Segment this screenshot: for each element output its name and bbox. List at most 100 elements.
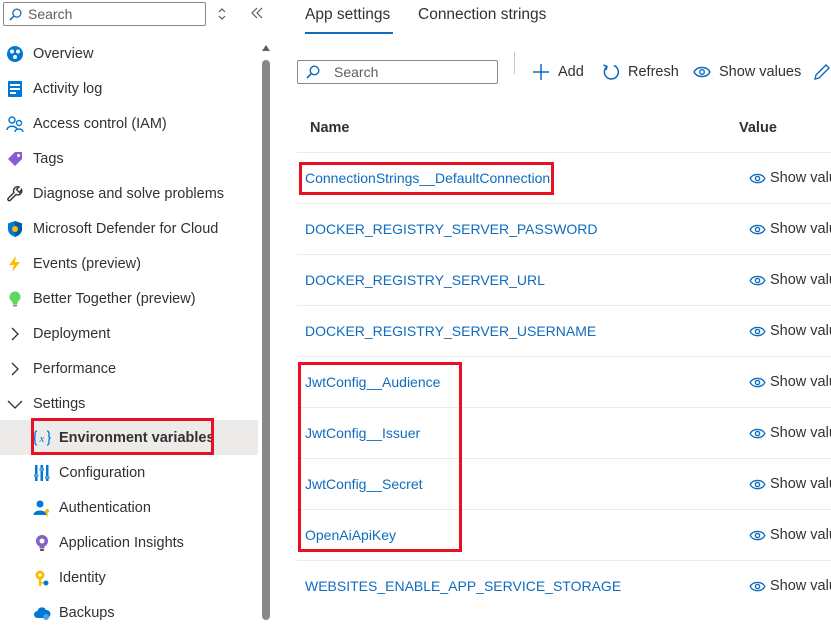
- show-value-button[interactable]: Show valu: [749, 374, 831, 390]
- sidebar-item-label: Activity log: [33, 80, 103, 97]
- show-value-label: Show valu: [770, 221, 831, 237]
- refresh-button[interactable]: Refresh: [602, 62, 679, 82]
- svg-text:x: x: [39, 433, 45, 445]
- shield-icon: [8, 221, 22, 237]
- show-value-label: Show valu: [770, 374, 831, 390]
- sidebar-item-configuration[interactable]: Configuration: [0, 455, 258, 490]
- settings-search-input[interactable]: [332, 63, 486, 81]
- settings-search-box[interactable]: [297, 60, 498, 84]
- insights-bulb-icon: [36, 535, 48, 551]
- show-value-label: Show valu: [770, 323, 831, 339]
- tag-icon: [8, 152, 22, 166]
- sidebar-item-application-insights[interactable]: Application Insights: [0, 525, 258, 560]
- sidebar-item-settings[interactable]: Settings: [0, 386, 258, 421]
- setting-name-link[interactable]: JwtConfig__Audience: [305, 374, 440, 390]
- sidebar-item-label: Diagnose and solve problems: [33, 185, 225, 202]
- table-row: WEBSITES_ENABLE_APP_SERVICE_STORAGE Show…: [297, 560, 831, 612]
- sidebar-item-access-control[interactable]: Access control (IAM): [0, 106, 258, 141]
- lightbulb-icon: [9, 291, 21, 307]
- show-value-button[interactable]: Show valu: [749, 272, 831, 288]
- show-value-button[interactable]: Show valu: [749, 323, 831, 339]
- active-tab-indicator: [305, 32, 393, 34]
- show-value-label: Show valu: [770, 476, 831, 492]
- sidebar-item-label: Application Insights: [59, 534, 184, 551]
- sidebar-item-label: Configuration: [59, 464, 146, 481]
- sidebar-item-tags[interactable]: Tags: [0, 141, 258, 176]
- show-value-button[interactable]: Show valu: [749, 221, 831, 237]
- sidebar-item-activity-log[interactable]: Activity log: [0, 71, 258, 106]
- sidebar-item-label: Performance: [33, 360, 117, 377]
- setting-name-link[interactable]: OpenAiApiKey: [305, 527, 396, 543]
- table-row: OpenAiApiKey Show valu: [297, 509, 831, 561]
- show-values-button[interactable]: Show values: [693, 62, 801, 82]
- sidebar-item-identity[interactable]: Identity: [0, 560, 258, 595]
- column-header-value[interactable]: Value: [739, 120, 777, 136]
- main-content: App settings Connection strings Add Refr…: [280, 0, 831, 625]
- sidebar-item-label: Settings: [33, 395, 86, 412]
- toolbar-divider: [514, 52, 515, 74]
- sidebar-item-authentication[interactable]: Authentication: [0, 490, 258, 525]
- sidebar-item-label: Overview: [33, 45, 94, 62]
- sidebar-search-input[interactable]: [26, 5, 200, 23]
- identity-key-icon: [35, 570, 49, 586]
- show-value-label: Show valu: [770, 527, 831, 543]
- edit-button[interactable]: [813, 62, 831, 82]
- column-header-name[interactable]: Name: [310, 120, 350, 136]
- search-icon: [306, 65, 320, 79]
- show-value-button[interactable]: Show valu: [749, 578, 831, 594]
- sidebar-item-overview[interactable]: Overview: [0, 36, 258, 71]
- collapse-double-chevron-icon[interactable]: [251, 7, 263, 19]
- eye-icon: [749, 275, 766, 285]
- iam-people-icon: [6, 116, 24, 133]
- add-button[interactable]: Add: [532, 62, 584, 82]
- wrench-icon: [7, 186, 23, 202]
- sidebar-item-environment-variables[interactable]: x Environment variables: [0, 420, 258, 455]
- sidebar-item-better-together[interactable]: Better Together (preview): [0, 281, 258, 316]
- sliders-icon: [34, 465, 50, 481]
- setting-name-link[interactable]: JwtConfig__Secret: [305, 476, 423, 492]
- setting-name-link[interactable]: JwtConfig__Issuer: [305, 425, 420, 441]
- show-value-label: Show valu: [770, 272, 831, 288]
- table-row: ConnectionStrings__DefaultConnection Sho…: [297, 152, 831, 204]
- sidebar-item-label: Access control (IAM): [33, 115, 167, 132]
- sidebar-item-events[interactable]: Events (preview): [0, 246, 258, 281]
- eye-icon: [749, 326, 766, 336]
- sidebar-scrollbar-thumb[interactable]: [262, 60, 270, 620]
- sidebar-item-defender[interactable]: Microsoft Defender for Cloud: [0, 211, 258, 246]
- sort-updown-icon[interactable]: [217, 7, 227, 21]
- sidebar-item-label: Better Together (preview): [33, 290, 196, 307]
- show-value-button[interactable]: Show valu: [749, 476, 831, 492]
- show-value-label: Show valu: [770, 425, 831, 441]
- sidebar-item-diagnose[interactable]: Diagnose and solve problems: [0, 176, 258, 211]
- scroll-up-arrow-icon[interactable]: [261, 44, 271, 52]
- show-value-label: Show valu: [770, 170, 831, 186]
- tab-app-settings[interactable]: App settings: [305, 6, 390, 24]
- show-values-button-label: Show values: [719, 64, 802, 80]
- sidebar-item-label: Authentication: [59, 499, 151, 516]
- sidebar-item-label: Deployment: [33, 325, 111, 342]
- chevron-down-icon: [7, 400, 23, 409]
- chevron-right-icon: [11, 362, 19, 376]
- show-value-label: Show valu: [770, 578, 831, 594]
- sidebar-item-label: Backups: [59, 604, 115, 621]
- show-value-button[interactable]: Show valu: [749, 425, 831, 441]
- table-row: DOCKER_REGISTRY_SERVER_URL Show valu: [297, 254, 831, 306]
- lightning-icon: [9, 256, 20, 272]
- setting-name-link[interactable]: DOCKER_REGISTRY_SERVER_URL: [305, 272, 545, 288]
- sidebar-search-box[interactable]: [3, 2, 206, 26]
- table-row: JwtConfig__Audience Show valu: [297, 356, 831, 408]
- show-value-button[interactable]: Show valu: [749, 170, 831, 186]
- overview-icon: [7, 46, 23, 62]
- sidebar-item-label: Identity: [59, 569, 106, 586]
- setting-name-link[interactable]: DOCKER_REGISTRY_SERVER_USERNAME: [305, 323, 596, 339]
- sidebar-item-performance[interactable]: Performance: [0, 351, 258, 386]
- setting-name-link[interactable]: DOCKER_REGISTRY_SERVER_PASSWORD: [305, 221, 598, 237]
- setting-name-link[interactable]: WEBSITES_ENABLE_APP_SERVICE_STORAGE: [305, 578, 621, 594]
- eye-icon: [749, 224, 766, 234]
- sidebar-item-deployment[interactable]: Deployment: [0, 316, 258, 351]
- table-row: DOCKER_REGISTRY_SERVER_USERNAME Show val…: [297, 305, 831, 357]
- eye-icon: [749, 377, 766, 387]
- tab-connection-strings[interactable]: Connection strings: [418, 6, 546, 24]
- show-value-button[interactable]: Show valu: [749, 527, 831, 543]
- setting-name-link[interactable]: ConnectionStrings__DefaultConnection: [305, 170, 550, 186]
